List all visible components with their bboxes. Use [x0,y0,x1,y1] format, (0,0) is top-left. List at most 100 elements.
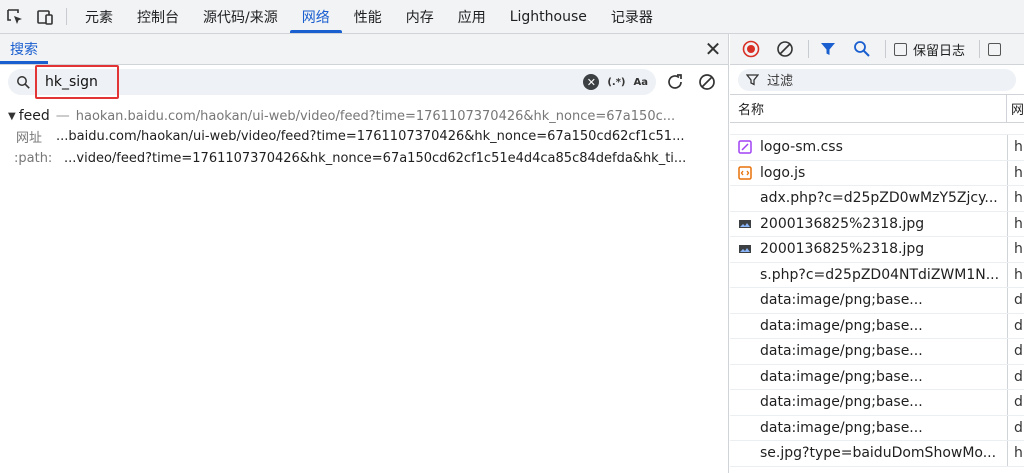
request-name-cell[interactable]: 2000136825%2318.jpg [730,211,1008,236]
request-name: adx.php?c=d25pZD0wMzY5Zjcy... [760,190,998,207]
result-line-label: 网址 [16,130,43,146]
image-file-icon [738,242,752,256]
search-row: ✕ (.*) Aa [0,65,728,99]
table-row[interactable]: 2000136825%2318.jpg h [730,237,1024,263]
expand-triangle-icon[interactable]: ▼ [8,111,16,122]
search-icon [17,75,30,89]
device-toolbar-icon[interactable] [30,0,60,33]
request-second-cell: h [1014,139,1023,156]
column-header-second[interactable]: 网 [1007,99,1024,118]
search-panel-header: 搜索 ✕ [0,34,728,65]
blank-icon [738,446,752,460]
blank-icon [738,395,752,409]
request-second-cell: h [1014,164,1023,181]
request-second-cell: d [1014,419,1023,436]
result-file-row[interactable]: ▼ feed — haokan.baidu.com/haokan/ui-web/… [0,107,728,125]
result-file-url: haokan.baidu.com/haokan/ui-web/video/fee… [75,108,676,124]
blank-icon [738,191,752,205]
request-second-cell: d [1014,343,1023,360]
table-row[interactable]: logo.js h [730,160,1024,186]
request-name: data:image/png;base... [760,343,923,360]
request-second-cell: h [1014,190,1023,207]
blank-icon [738,268,752,282]
column-header-name[interactable]: 名称 [730,95,1007,122]
request-name-cell[interactable]: data:image/png;base... [730,313,1008,338]
tab-performance[interactable]: 性能 [342,0,394,33]
clear-search-icon[interactable]: ✕ [583,74,600,90]
tab-application[interactable]: 应用 [446,0,498,33]
result-file-name: feed [18,108,50,124]
result-line-text: ...video/feed?time=1761107370426&hk_nonc… [64,150,687,166]
network-search-button[interactable] [851,38,873,60]
table-row[interactable]: s.php?c=d25pZD04NTdiZWM1N... h [730,262,1024,288]
disable-cache-checkbox[interactable] [988,42,1002,56]
request-name-cell[interactable]: data:image/png;base... [730,339,1008,364]
record-stop-icon [742,40,760,58]
close-search-button[interactable]: ✕ [698,34,728,64]
request-second-cell: h [1014,266,1023,283]
tab-memory[interactable]: 内存 [394,0,446,33]
block-icon [699,74,715,90]
refresh-icon [668,74,682,89]
network-toolbar: 保留日志 [730,34,1024,65]
request-name: data:image/png;base... [760,419,923,436]
result-line-text: ...baidu.com/haokan/ui-web/video/feed?ti… [56,128,685,144]
request-name-cell[interactable]: data:image/png;base... [730,415,1008,440]
request-name: data:image/png;base... [760,317,923,334]
record-button[interactable] [740,38,762,60]
tab-recorder[interactable]: 记录器 [599,0,665,33]
result-line[interactable]: 网址 ...baidu.com/haokan/ui-web/video/feed… [0,125,728,147]
clear-network-button[interactable] [774,38,796,60]
table-row[interactable]: adx.php?c=d25pZD0wMzY5Zjcy... h [730,186,1024,212]
clear-results-button[interactable] [694,72,720,92]
request-name-cell[interactable]: s.php?c=d25pZD04NTdiZWM1N... [730,262,1008,287]
tab-sources[interactable]: 源代码/来源 [191,0,290,33]
request-name-cell[interactable]: logo-sm.css [730,135,1008,160]
request-name-cell[interactable]: data:image/png;base... [730,364,1008,389]
tab-search[interactable]: 搜索 [0,34,48,64]
request-name: data:image/png;base... [760,368,923,385]
table-row[interactable]: data:image/png;base... d [730,390,1024,416]
table-row[interactable]: se.jpg?type=baiduDomShowMo... h [730,441,1024,467]
request-name-cell[interactable]: se.jpg?type=baiduDomShowMo... [730,441,1008,466]
requests-table-header: 名称 网 [730,95,1024,123]
table-row[interactable]: logo-sm.css h [730,135,1024,161]
preserve-log-checkbox[interactable] [894,42,907,56]
search-box: ✕ (.*) Aa [8,65,656,99]
table-row[interactable]: data:image/png;base... d [730,313,1024,339]
block-icon [777,41,793,57]
request-name-cell[interactable]: data:image/png;base... [730,390,1008,415]
search-input[interactable] [45,74,545,90]
regex-toggle[interactable]: (.*) [607,77,625,88]
tab-console[interactable]: 控制台 [125,0,191,33]
search-icon [854,41,870,57]
tab-network[interactable]: 网络 [289,0,342,33]
refresh-search-button[interactable] [662,72,688,92]
tab-elements[interactable]: 元素 [73,0,125,33]
table-row[interactable]: data:image/png;base... d [730,415,1024,441]
inspect-element-icon[interactable] [0,0,30,33]
image-file-icon [738,217,752,231]
filter-input[interactable]: 过滤 [738,68,1016,91]
request-name-cell[interactable]: adx.php?c=d25pZD0wMzY5Zjcy... [730,186,1008,211]
match-case-toggle[interactable]: Aa [634,77,649,88]
blank-icon [738,370,752,384]
blank-icon [738,344,752,358]
result-line[interactable]: :path: ...video/feed?time=1761107370426&… [0,147,728,169]
blank-icon [738,293,752,307]
close-icon: ✕ [704,37,722,61]
table-row[interactable]: data:image/png;base... d [730,364,1024,390]
table-row[interactable]: data:image/png;base... d [730,339,1024,365]
table-row[interactable]: data:image/png;base... d [730,288,1024,314]
request-second-cell: d [1014,394,1023,411]
tab-lighthouse[interactable]: Lighthouse [498,0,599,33]
request-second-cell: h [1014,445,1023,462]
request-name-cell[interactable]: data:image/png;base... [730,288,1008,313]
result-line-label: :path: [14,150,53,166]
devtools-tabbar: 元素 控制台 源代码/来源 网络 性能 内存 应用 Lighthouse 记录器 [0,0,1024,34]
request-name-cell[interactable]: logo.js [730,160,1008,185]
request-name: logo-sm.css [760,139,843,156]
filter-toggle-button[interactable] [817,38,839,60]
table-row[interactable]: 2000136825%2318.jpg h [730,211,1024,237]
request-name-cell[interactable]: 2000136825%2318.jpg [730,237,1008,262]
